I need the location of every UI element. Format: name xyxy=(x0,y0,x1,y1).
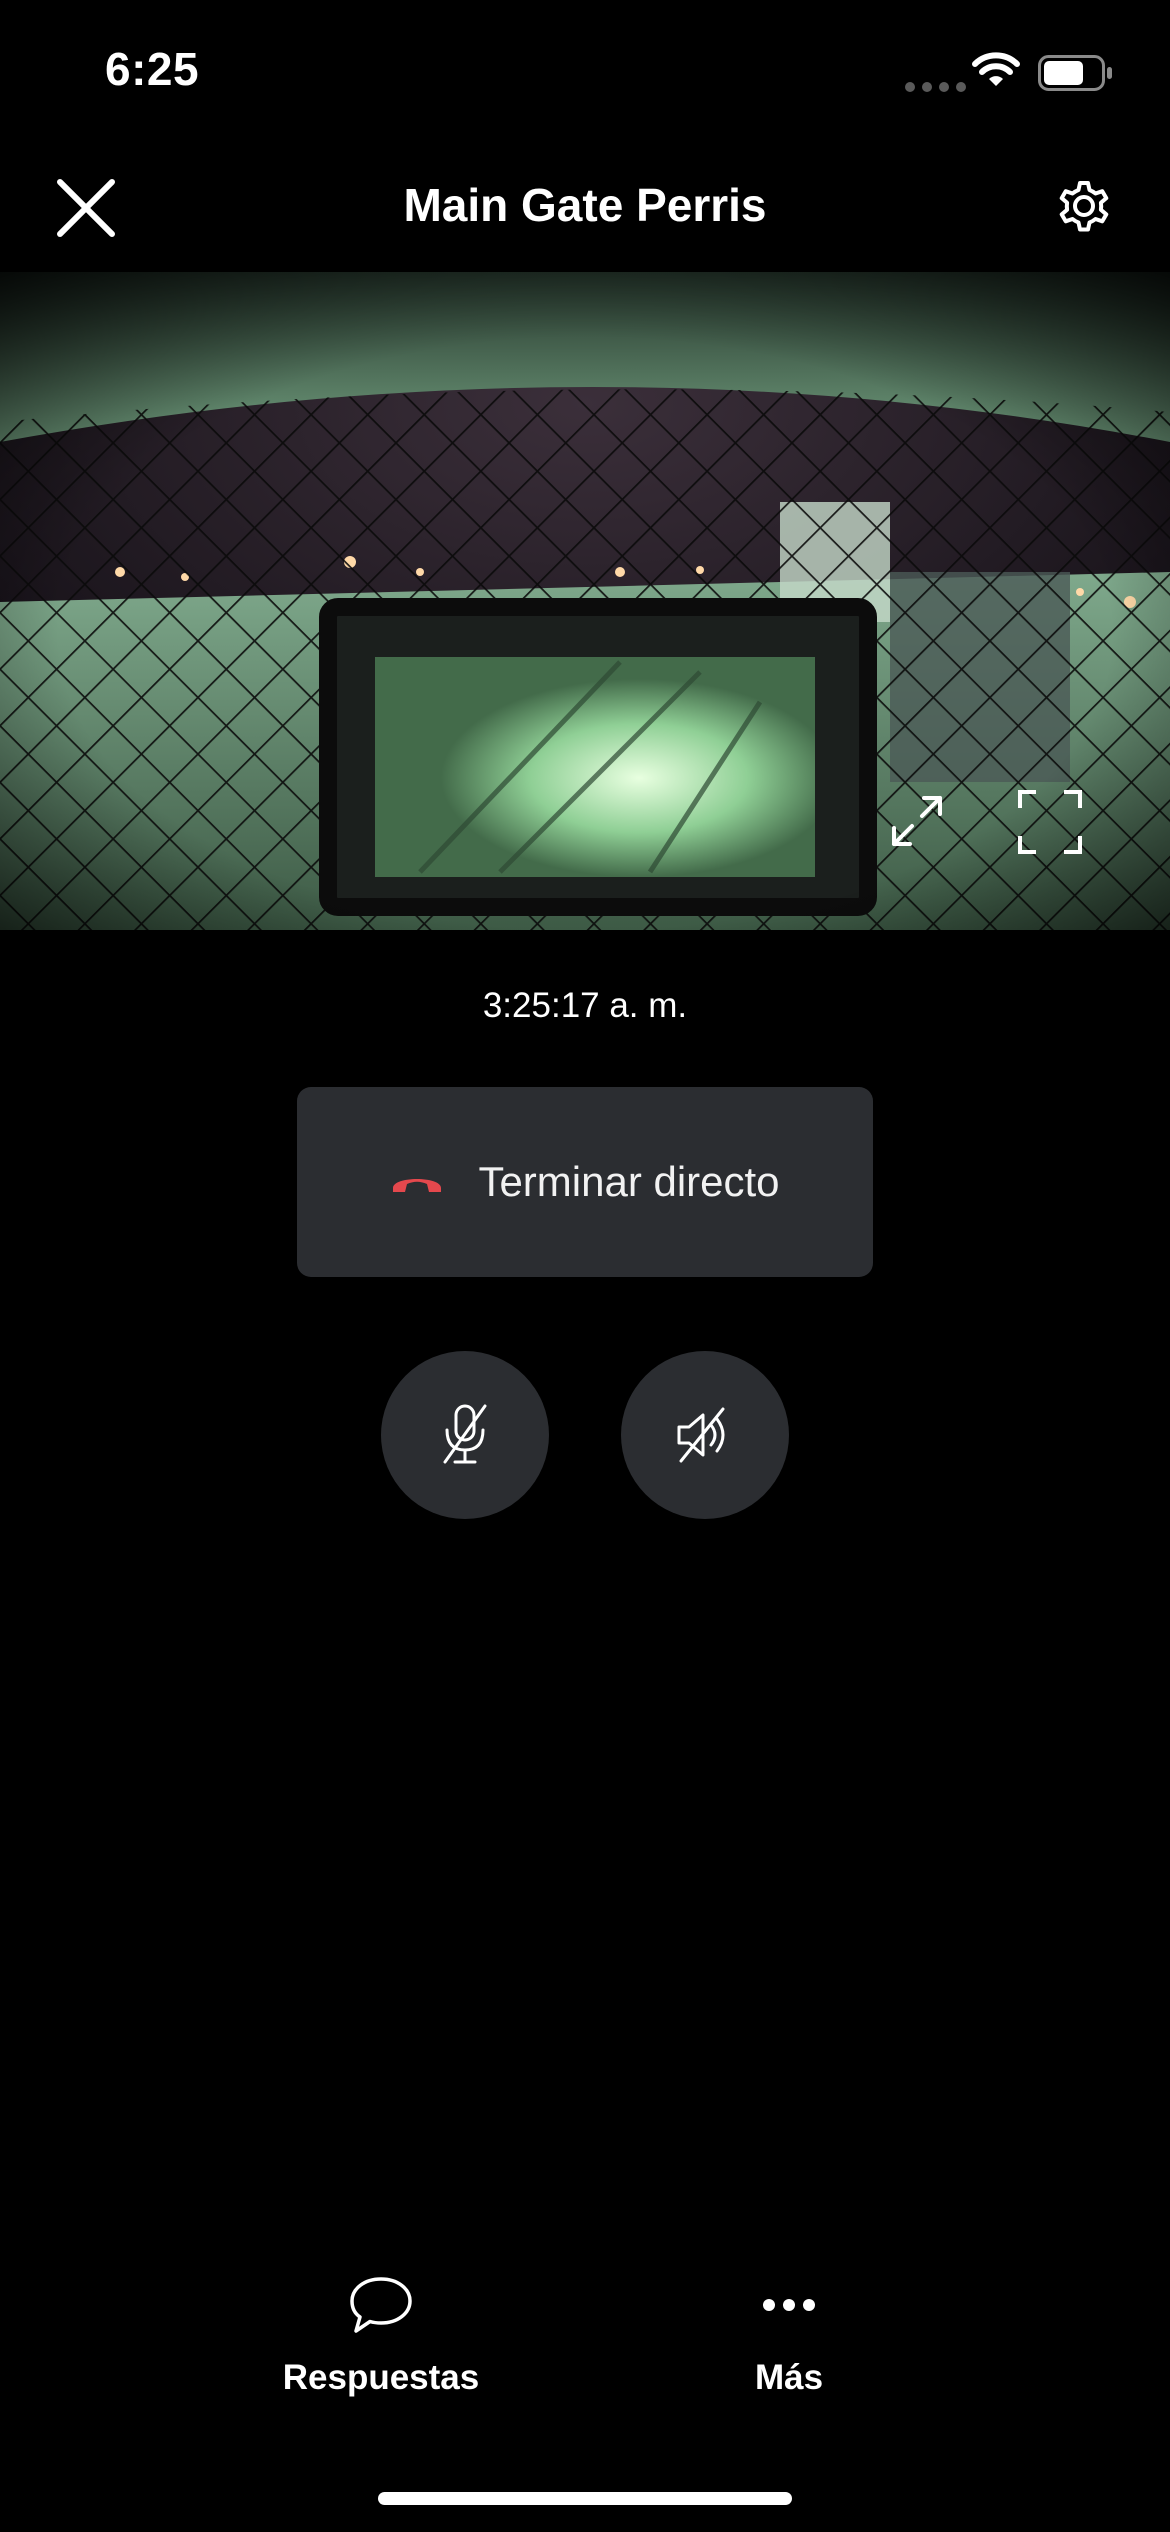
expand-arrows-icon xyxy=(892,796,942,846)
mute-microphone-button[interactable] xyxy=(381,1351,549,1519)
fullscreen-button[interactable] xyxy=(1018,790,1082,854)
expand-button[interactable] xyxy=(888,792,946,850)
camera-feed[interactable] xyxy=(0,272,1170,930)
mic-muted-icon xyxy=(443,1404,487,1464)
wifi-icon xyxy=(972,52,1020,86)
mute-speaker-button[interactable] xyxy=(621,1351,789,1519)
end-live-button[interactable]: Terminar directo xyxy=(297,1087,873,1277)
status-time: 6:25 xyxy=(105,43,200,95)
replies-label: Respuestas xyxy=(282,2358,480,2397)
more-label: Más xyxy=(754,2358,824,2397)
settings-button[interactable] xyxy=(1052,174,1116,238)
gear-icon xyxy=(1059,181,1109,232)
end-live-label: Terminar directo xyxy=(478,1158,780,1205)
page-title: Main Gate Perris xyxy=(403,179,767,231)
speaker-muted-icon xyxy=(677,1407,725,1463)
fullscreen-corners-icon xyxy=(1018,790,1082,854)
cellular-signal-icon xyxy=(905,82,966,92)
replies-tab[interactable]: Respuestas xyxy=(231,2270,531,2398)
battery-icon xyxy=(1038,55,1112,91)
more-dots-icon xyxy=(763,2299,815,2311)
home-indicator[interactable] xyxy=(378,2492,792,2505)
more-tab[interactable]: Más xyxy=(639,2270,939,2398)
phone-hangup-icon xyxy=(390,1170,444,1194)
chat-bubble-icon xyxy=(350,2277,412,2333)
camera-timestamp: 3:25:17 a. m. xyxy=(482,986,688,1025)
